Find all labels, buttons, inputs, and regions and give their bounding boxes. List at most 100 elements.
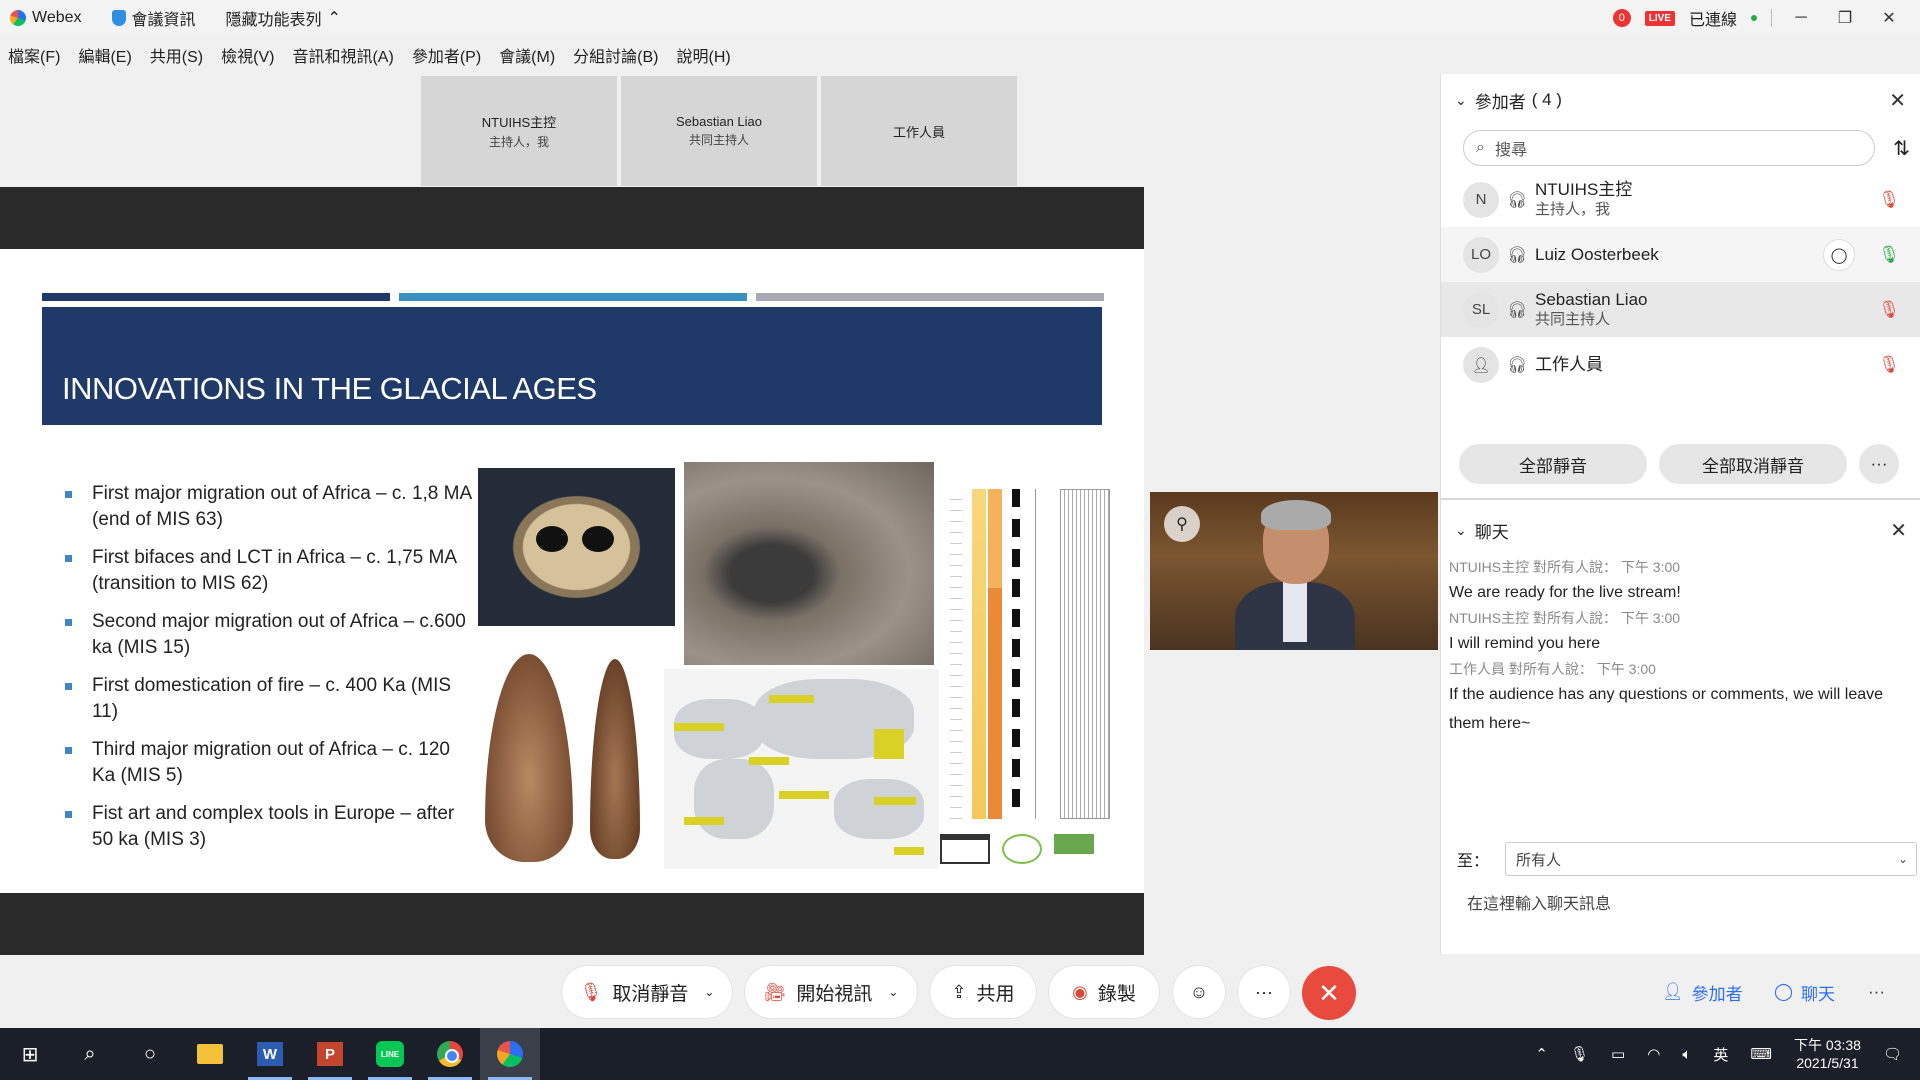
- chat-icon: ◯: [1774, 982, 1794, 1001]
- video-tile[interactable]: NTUIHS主控 主持人，我: [421, 76, 617, 186]
- close-window-button[interactable]: ✕: [1874, 8, 1904, 28]
- task-view-icon[interactable]: ○: [120, 1028, 180, 1080]
- mic-muted-icon[interactable]: 🎙︎: [1878, 300, 1900, 320]
- person-icon: 👤︎: [1463, 346, 1499, 383]
- mic-on-icon[interactable]: 🎙︎: [1878, 245, 1900, 265]
- menu-view[interactable]: 檢視(V): [221, 43, 274, 67]
- more-options-icon[interactable]: ···: [1859, 444, 1899, 484]
- right-panel: ⌄ 參加者 ( 4 ) ✕ ⌕ 搜尋 ⇅ N 🎧︎ NTUIHS主控 主持人，我…: [1440, 74, 1920, 954]
- mic-muted-locked-icon[interactable]: 🎙︎: [1878, 355, 1900, 375]
- more-controls-button[interactable]: ···: [1238, 966, 1290, 1018]
- slide-title-box: INNOVATIONS IN THE GLACIAL AGES: [42, 307, 1102, 425]
- ime-indicator[interactable]: 英: [1713, 1044, 1728, 1065]
- chat-bubble-icon[interactable]: ◯: [1823, 238, 1855, 271]
- cave-floor-photo: [684, 462, 934, 665]
- word-icon[interactable]: W: [240, 1028, 300, 1080]
- chat-message-text: We are ready for the live stream!: [1449, 584, 1681, 601]
- windows-start-icon[interactable]: ⊞: [0, 1028, 60, 1080]
- menu-share[interactable]: 共用(S): [150, 43, 203, 67]
- sort-icon[interactable]: ⇅: [1893, 136, 1910, 161]
- chat-panel-button[interactable]: ◯ 聊天: [1774, 972, 1835, 1012]
- video-tile[interactable]: 工作人員: [821, 76, 1017, 186]
- menu-audio-video[interactable]: 音訊和視訊(A): [292, 43, 393, 67]
- battery-icon[interactable]: ▭: [1611, 1045, 1625, 1063]
- participant-search-input[interactable]: ⌕ 搜尋: [1463, 130, 1875, 166]
- menu-help[interactable]: 說明(H): [677, 43, 731, 67]
- menu-breakout[interactable]: 分組討論(B): [573, 43, 658, 67]
- notification-icon[interactable]: 🗨︎: [1883, 1045, 1902, 1063]
- video-tile[interactable]: Sebastian Liao 共同主持人: [621, 76, 817, 186]
- chat-panel-label: 聊天: [1801, 984, 1836, 1004]
- reactions-button[interactable]: ☺: [1173, 966, 1225, 1018]
- restore-button[interactable]: ❐: [1830, 8, 1860, 28]
- microphone-icon[interactable]: 🎙︎: [1570, 1045, 1589, 1063]
- record-button[interactable]: ◉ 錄製: [1049, 966, 1159, 1018]
- participant-row[interactable]: SL 🎧︎ Sebastian Liao 共同主持人 🎙︎: [1441, 282, 1920, 337]
- end-meeting-button[interactable]: ✕: [1302, 966, 1356, 1020]
- participants-header: ⌄ 參加者 ( 4 ) ✕: [1441, 74, 1920, 126]
- volume-icon[interactable]: 🔈︎: [1682, 1046, 1691, 1063]
- chevron-down-icon[interactable]: ⌄: [1455, 522, 1467, 539]
- slide-bullet: First major migration out of Africa – c.…: [62, 481, 472, 533]
- meeting-info-button[interactable]: 會議資訊: [111, 6, 196, 30]
- slide-bullet: Fist art and complex tools in Europe – a…: [62, 801, 472, 853]
- unmute-all-button[interactable]: 全部取消靜音: [1659, 444, 1847, 484]
- chevron-up-icon[interactable]: ⌃: [1535, 1045, 1548, 1063]
- menu-edit[interactable]: 編輯(E): [78, 43, 131, 67]
- menu-bar: 檔案(F) 編輯(E) 共用(S) 檢視(V) 音訊和視訊(A) 參加者(P) …: [0, 36, 1440, 74]
- slide-bullet: Third major migration out of Africa – c.…: [62, 737, 472, 789]
- ipt-logo: [1054, 834, 1094, 854]
- chevron-down-icon[interactable]: ⌄: [704, 985, 714, 999]
- mute-all-button[interactable]: 全部靜音: [1459, 444, 1647, 484]
- stratigraphy-chart-image: [940, 454, 1120, 824]
- slide-bullet: First bifaces and LCT in Africa – c. 1,7…: [62, 545, 472, 597]
- start-video-button[interactable]: 🎥︎ 開始視訊 ⌄: [745, 966, 917, 1018]
- share-button[interactable]: ⇪ 共用: [930, 966, 1036, 1018]
- panel-divider: [1441, 498, 1920, 500]
- unmute-button[interactable]: 🎙︎ 取消靜音 ⌄: [562, 966, 732, 1018]
- slide-bar-blue: [399, 293, 747, 301]
- menu-meeting[interactable]: 會議(M): [499, 43, 555, 67]
- chat-input[interactable]: 在這裡輸入聊天訊息: [1467, 890, 1611, 914]
- more-panels-button[interactable]: ···: [1868, 972, 1885, 1012]
- menu-participants[interactable]: 參加者(P): [412, 43, 481, 67]
- clock-date: 2021/5/31: [1796, 1055, 1859, 1071]
- participant-list: N 🎧︎ NTUIHS主控 主持人，我 🎙︎ LO 🎧︎ Luiz Ooster…: [1441, 172, 1920, 392]
- ime-mode-icon[interactable]: ⌨: [1750, 1045, 1772, 1063]
- participant-row[interactable]: N 🎧︎ NTUIHS主控 主持人，我 🎙︎: [1441, 172, 1920, 227]
- connection-status: 已連線: [1688, 12, 1737, 29]
- chat-message-text: If the audience has any questions or com…: [1449, 686, 1884, 732]
- participant-name: 工作人員: [1535, 354, 1603, 374]
- powerpoint-icon[interactable]: P: [300, 1028, 360, 1080]
- clock[interactable]: 下午 03:38 2021/5/31: [1794, 1036, 1861, 1072]
- chevron-down-icon[interactable]: ⌄: [888, 985, 898, 999]
- chat-message-meta: NTUIHS主控 對所有人說： 下午 3:00: [1449, 559, 1681, 575]
- system-tray: ⌃ 🎙︎ ▭ ◠ 🔈︎ 英 ⌨ 下午 03:38 2021/5/31 🗨︎: [1535, 1028, 1920, 1080]
- participant-row[interactable]: LO 🎧︎ Luiz Oosterbeek ◯ 🎙︎: [1441, 227, 1920, 282]
- headset-icon: 🎧︎: [1507, 356, 1528, 374]
- chat-message-meta: NTUIHS主控 對所有人說： 下午 3:00: [1449, 610, 1681, 626]
- chat-recipient-select[interactable]: 所有人 ⌄: [1505, 842, 1918, 876]
- active-speaker-video[interactable]: ⚲: [1150, 492, 1438, 650]
- mic-muted-icon: 🎙︎: [579, 981, 603, 1002]
- close-participants-icon[interactable]: ✕: [1889, 88, 1906, 113]
- close-chat-icon[interactable]: ✕: [1890, 518, 1907, 543]
- file-explorer-icon[interactable]: [180, 1028, 240, 1080]
- participant-row[interactable]: 👤︎ 🎧︎ 工作人員 🎙︎: [1441, 337, 1920, 392]
- line-icon[interactable]: LINE: [360, 1028, 420, 1080]
- mic-muted-icon[interactable]: 🎙︎: [1878, 190, 1900, 210]
- webex-logo-icon: [10, 10, 26, 26]
- wifi-icon[interactable]: ◠: [1647, 1045, 1660, 1063]
- minimize-button[interactable]: ─: [1786, 9, 1816, 27]
- menu-file[interactable]: 檔案(F): [8, 43, 60, 67]
- chevron-down-icon[interactable]: ⌄: [1455, 92, 1467, 109]
- hide-menu-bar-button[interactable]: 隱藏功能表列 ⌃: [226, 6, 341, 30]
- connected-dot-icon: [1751, 15, 1757, 21]
- presentation-slide: INNOVATIONS IN THE GLACIAL AGES First ma…: [0, 249, 1144, 893]
- participants-panel-button[interactable]: 👤︎ 參加者: [1662, 972, 1743, 1012]
- search-icon[interactable]: ⌕: [60, 1028, 120, 1080]
- chrome-icon[interactable]: [420, 1028, 480, 1080]
- webex-taskbar-icon[interactable]: [480, 1028, 540, 1080]
- unmute-label: 取消靜音: [612, 983, 689, 1005]
- pin-icon[interactable]: ⚲: [1164, 506, 1200, 542]
